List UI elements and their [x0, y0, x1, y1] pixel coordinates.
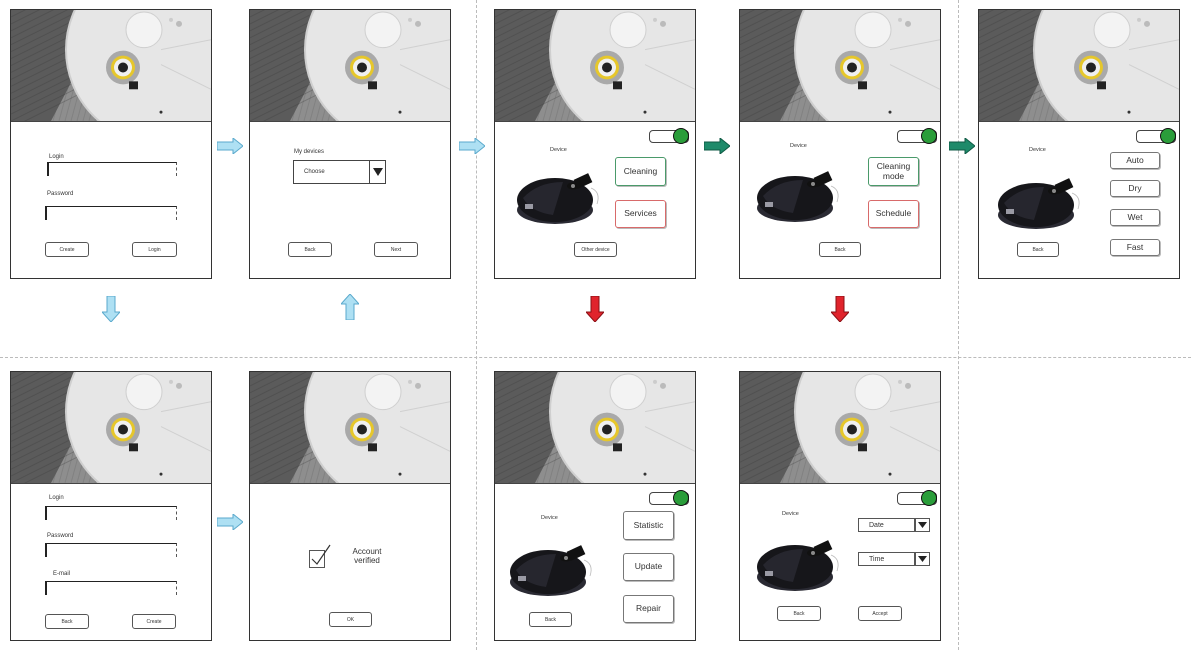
chevron-down-icon[interactable]: [369, 161, 385, 183]
toggle-knob: [673, 490, 689, 506]
section-divider-1: [476, 0, 477, 650]
other-device-button[interactable]: Other device: [574, 242, 617, 257]
device-main-screen: Device Cleaning Services Other device: [494, 9, 696, 279]
power-toggle[interactable]: [1136, 128, 1176, 144]
create-button[interactable]: Create: [132, 614, 176, 629]
repair-button[interactable]: Repair: [623, 595, 674, 623]
robot-vacuum-icon: [513, 160, 605, 230]
arrow-right-register-to-verified: [217, 514, 243, 530]
chevron-down-icon[interactable]: [915, 552, 930, 566]
row-divider: [0, 357, 1191, 358]
back-button[interactable]: Back: [288, 242, 332, 257]
toggle-knob: [921, 490, 937, 506]
accept-button[interactable]: Accept: [858, 606, 902, 621]
power-toggle[interactable]: [897, 128, 937, 144]
back-button[interactable]: Back: [1017, 242, 1059, 257]
next-button[interactable]: Next: [374, 242, 418, 257]
devices-screen: My devices Choose Back Next: [249, 9, 451, 279]
device-label: Device: [550, 147, 567, 153]
robot-photo: [11, 372, 211, 484]
schedule-button[interactable]: Schedule: [868, 200, 919, 228]
login-label: Login: [49, 495, 64, 501]
arrow-down-cleaning-to-schedule: [831, 296, 849, 322]
password-label: Password: [47, 533, 74, 539]
device-label: Device: [541, 515, 558, 521]
arrow-right-login-to-devices: [217, 138, 243, 154]
robot-photo: [495, 372, 695, 484]
chevron-down-icon[interactable]: [915, 518, 930, 532]
modes-screen: Device Auto Dry Wet Fast Back: [978, 9, 1180, 279]
arrow-down-device-to-services: [586, 296, 604, 322]
dry-button[interactable]: Dry: [1110, 180, 1160, 197]
login-button[interactable]: Login: [132, 242, 177, 257]
schedule-screen: Device Date Time Back Accept: [739, 371, 941, 641]
back-button[interactable]: Back: [777, 606, 821, 621]
section-divider-2: [958, 0, 959, 650]
wet-button[interactable]: Wet: [1110, 209, 1160, 226]
back-button[interactable]: Back: [529, 612, 572, 627]
email-label: E-mail: [53, 571, 71, 577]
login-field[interactable]: [45, 506, 177, 520]
robot-photo: [740, 10, 940, 122]
toggle-knob: [921, 128, 937, 144]
power-toggle[interactable]: [649, 128, 689, 144]
toggle-knob: [1160, 128, 1176, 144]
robot-vacuum-icon: [753, 158, 845, 228]
device-label: Device: [782, 511, 799, 517]
date-select[interactable]: Date: [858, 518, 930, 532]
update-button[interactable]: Update: [623, 553, 674, 581]
verified-checkbox: [309, 544, 331, 568]
check-icon: [311, 544, 331, 565]
password-label: Password: [47, 191, 74, 197]
date-select-value: Date: [869, 521, 884, 529]
arrow-right-cleaning-to-modes: [949, 138, 975, 154]
back-button[interactable]: Back: [45, 614, 89, 629]
login-label: Login: [49, 154, 64, 160]
robot-vacuum-icon: [753, 527, 845, 597]
robot-vacuum-icon: [506, 532, 598, 602]
arrow-right-device-to-cleaning: [704, 138, 730, 154]
robot-photo: [740, 372, 940, 484]
password-field[interactable]: [45, 543, 177, 557]
cleaning-mode-button[interactable]: Cleaning mode: [868, 157, 919, 186]
robot-photo: [11, 10, 211, 122]
auto-button[interactable]: Auto: [1110, 152, 1160, 169]
robot-vacuum-icon: [994, 165, 1086, 235]
device-label: Device: [1029, 147, 1046, 153]
verified-screen: Account verified OK: [249, 371, 451, 641]
services-screen: Device Statistic Update Repair Back: [494, 371, 696, 641]
register-screen: Login Password E-mail Back Create: [10, 371, 212, 641]
arrow-up-verified-to-devices: [341, 294, 359, 320]
fast-button[interactable]: Fast: [1110, 239, 1160, 256]
email-field[interactable]: [45, 581, 177, 595]
arrow-down-login-to-register: [102, 296, 120, 322]
password-field[interactable]: [45, 206, 177, 220]
power-toggle[interactable]: [649, 490, 689, 506]
time-select[interactable]: Time: [858, 552, 930, 566]
arrow-right-devices-to-device: [459, 138, 485, 154]
back-button[interactable]: Back: [819, 242, 861, 257]
robot-photo: [250, 372, 450, 484]
my-devices-label: My devices: [294, 149, 325, 155]
ok-button[interactable]: OK: [329, 612, 372, 627]
cleaning-button[interactable]: Cleaning: [615, 157, 666, 186]
time-select-value: Time: [869, 555, 885, 563]
login-screen: Login Password Create Login: [10, 9, 212, 279]
robot-photo: [495, 10, 695, 122]
cleaning-screen: Device Cleaning mode Schedule Back: [739, 9, 941, 279]
power-toggle[interactable]: [897, 490, 937, 506]
robot-photo: [979, 10, 1179, 122]
device-label: Device: [790, 143, 807, 149]
login-field[interactable]: [47, 162, 177, 176]
statistic-button[interactable]: Statistic: [623, 511, 674, 540]
robot-photo: [250, 10, 450, 122]
toggle-knob: [673, 128, 689, 144]
services-button[interactable]: Services: [615, 200, 666, 228]
device-select[interactable]: Choose: [293, 160, 386, 184]
device-select-value: Choose: [304, 169, 325, 175]
verified-message: Account verified: [352, 547, 382, 565]
create-button[interactable]: Create: [45, 242, 89, 257]
